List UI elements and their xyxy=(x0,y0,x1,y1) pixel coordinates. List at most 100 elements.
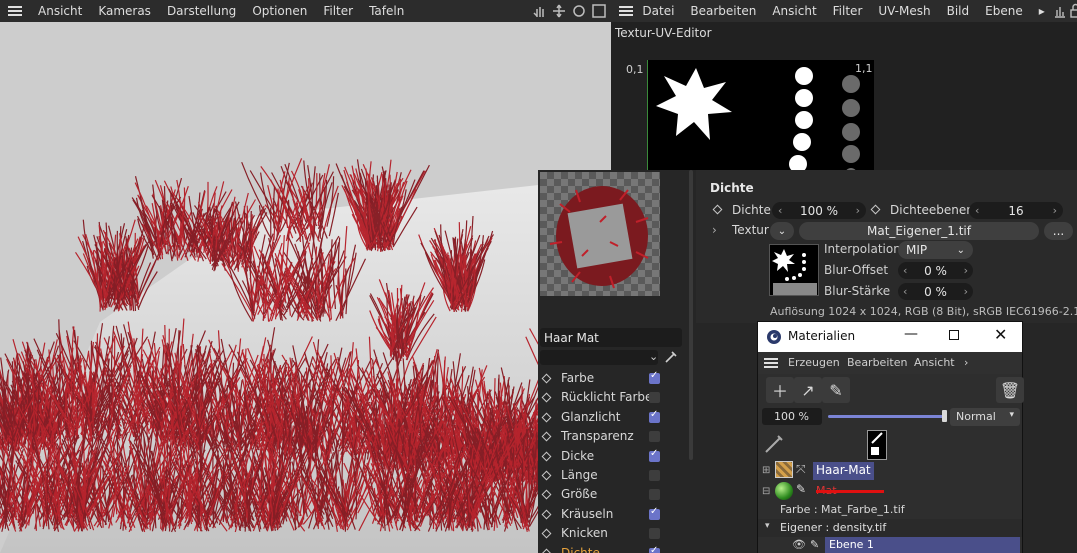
interpolation-select[interactable]: MIP ⌄ xyxy=(898,241,973,259)
collapse-minus-icon[interactable]: ⊟ xyxy=(762,486,770,497)
channel-checkbox[interactable] xyxy=(649,545,660,553)
menu-kameras[interactable]: Kameras xyxy=(90,4,159,18)
menu-ebene[interactable]: Ebene xyxy=(977,4,1031,18)
keyframe-diamond-icon[interactable] xyxy=(541,489,552,500)
channel-checkbox[interactable] xyxy=(649,392,660,404)
channel-row-länge[interactable]: Länge xyxy=(538,467,668,485)
uv-toolbar-icons xyxy=(1054,3,1077,18)
channel-row-dicke[interactable]: Dicke xyxy=(538,448,668,466)
menu-bild[interactable]: Bild xyxy=(939,4,978,18)
menu-erzeugen[interactable]: Erzeugen xyxy=(788,356,840,369)
menu-tafeln[interactable]: Tafeln xyxy=(361,4,412,18)
zoom-field[interactable]: 100 % xyxy=(762,408,822,425)
menu-bearbeiten[interactable]: Bearbeiten xyxy=(847,356,907,369)
material-sphere-swatch[interactable] xyxy=(775,482,793,500)
uv-texture-canvas[interactable] xyxy=(647,60,874,180)
slider-handle[interactable] xyxy=(942,410,947,422)
keyframe-diamond-icon[interactable] xyxy=(541,548,552,553)
menu-more-arrow-icon[interactable]: ▸ xyxy=(1031,4,1053,18)
menu-ansicht[interactable]: Ansicht xyxy=(30,4,90,18)
expand-plus-icon[interactable]: ⊞ xyxy=(762,465,770,476)
hamburger-menu-icon[interactable] xyxy=(619,6,634,16)
delete-trash-icon[interactable]: 🗑 xyxy=(996,377,1024,403)
dichteebenen-value-field[interactable]: ‹ 16 › xyxy=(969,202,1063,219)
hair-material-swatch[interactable] xyxy=(775,461,793,478)
eigener-channel-row[interactable]: ▾ Eigener : density.tif xyxy=(758,519,1022,537)
minimize-icon[interactable]: — xyxy=(904,326,918,342)
channel-checkbox[interactable] xyxy=(649,370,660,384)
material-item-haar-mat[interactable]: Haar-Mat xyxy=(813,462,874,480)
histogram-icon xyxy=(1054,7,1065,18)
pencil-icon[interactable] xyxy=(764,432,786,454)
channel-checkbox[interactable] xyxy=(649,470,660,481)
material-type-field[interactable] xyxy=(540,350,658,365)
keyframe-diamond-icon[interactable] xyxy=(541,392,552,403)
layer-row[interactable]: 👁 ✎ Ebene 1 xyxy=(758,537,1022,553)
link-arrow-icon[interactable]: ↗ xyxy=(794,377,822,403)
keyframe-diamond-icon[interactable] xyxy=(541,528,552,539)
material-name-field[interactable]: Haar Mat xyxy=(540,328,682,347)
expand-arrow-icon[interactable]: › xyxy=(712,223,717,237)
close-icon[interactable]: ✕ xyxy=(994,325,1007,344)
add-material-button[interactable]: ＋ xyxy=(766,377,794,403)
scrollbar[interactable] xyxy=(689,170,693,460)
menu-more-arrow-icon[interactable]: › xyxy=(964,356,968,369)
opacity-slider[interactable] xyxy=(828,415,944,418)
viewport-menubar: Ansicht Kameras Darstellung Optionen Fil… xyxy=(0,0,611,22)
keyframe-diamond-icon[interactable] xyxy=(712,204,723,215)
channel-checkbox[interactable] xyxy=(649,431,660,443)
window-titlebar[interactable]: Materialien — ✕ xyxy=(758,322,1022,352)
keyframe-diamond-icon[interactable] xyxy=(541,412,552,423)
maximize-icon[interactable] xyxy=(949,330,959,340)
chevron-down-icon[interactable]: ⌄ xyxy=(770,222,794,240)
layer-thumbnail[interactable] xyxy=(867,430,887,460)
texture-thumbnail[interactable] xyxy=(769,244,819,296)
menu-datei[interactable]: Datei xyxy=(634,4,682,18)
menu-ansicht[interactable]: Ansicht xyxy=(764,4,824,18)
channel-row-glanzlicht[interactable]: Glanzlicht xyxy=(538,409,668,427)
texture-file-field[interactable]: Mat_Eigener_1.tif xyxy=(799,222,1039,240)
channel-row-kräuseln[interactable]: Kräuseln xyxy=(538,506,668,524)
keyframe-diamond-icon[interactable] xyxy=(870,204,881,215)
channel-checkbox[interactable] xyxy=(649,506,660,520)
keyframe-diamond-icon[interactable] xyxy=(541,451,552,462)
hair-tool-icon: ⤧ xyxy=(796,462,806,476)
channel-row-rücklicht-farbe[interactable]: Rücklicht Farbe xyxy=(538,389,668,407)
menu-filter[interactable]: Filter xyxy=(825,4,871,18)
channel-row-transparenz[interactable]: Transparenz xyxy=(538,428,668,446)
hamburger-menu-icon[interactable] xyxy=(764,358,778,368)
eyedropper-icon[interactable]: ✎ xyxy=(822,377,850,403)
channel-row-dichte[interactable]: Dichte xyxy=(538,545,668,553)
hamburger-menu-icon[interactable] xyxy=(8,6,22,16)
uv-corner-tr: 1,1 xyxy=(855,62,873,75)
3d-viewport[interactable]: Ansicht Kameras Darstellung Optionen Fil… xyxy=(0,0,611,553)
dichte-value-field[interactable]: ‹ 100 % › xyxy=(772,202,866,219)
uv-editor-panel[interactable]: Datei Bearbeiten Ansicht Filter UV-Mesh … xyxy=(611,0,1077,180)
keyframe-diamond-icon[interactable] xyxy=(541,373,552,384)
keyframe-diamond-icon[interactable] xyxy=(541,431,552,442)
blend-mode-select[interactable]: Normal ▾ xyxy=(950,408,1020,426)
menu-darstellung[interactable]: Darstellung xyxy=(159,4,244,18)
blur-staerke-field[interactable]: ‹ 0 % › xyxy=(898,283,973,300)
menu-bearbeiten[interactable]: Bearbeiten xyxy=(682,4,764,18)
material-editor-column: Haar Mat ⌄ Farbe Rücklicht Farbe Glanzlich… xyxy=(538,170,696,553)
menu-ansicht[interactable]: Ansicht xyxy=(914,356,955,369)
channel-checkbox[interactable] xyxy=(649,448,660,462)
materials-window[interactable]: Materialien — ✕ Erzeugen Bearbeiten Ansi… xyxy=(757,321,1024,553)
channel-checkbox[interactable] xyxy=(649,528,660,540)
more-options-button[interactable]: ... xyxy=(1044,222,1073,240)
blur-offset-field[interactable]: ‹ 0 % › xyxy=(898,262,973,279)
keyframe-diamond-icon[interactable] xyxy=(541,509,552,520)
menu-uv-mesh[interactable]: UV-Mesh xyxy=(870,4,938,18)
channel-checkbox[interactable] xyxy=(649,489,660,501)
channel-row-knicken[interactable]: Knicken xyxy=(538,525,668,543)
menu-filter[interactable]: Filter xyxy=(315,4,361,18)
menu-optionen[interactable]: Optionen xyxy=(244,4,315,18)
eyedropper-icon[interactable] xyxy=(663,348,679,364)
chevron-down-icon[interactable]: ⌄ xyxy=(649,350,658,363)
channel-checkbox[interactable] xyxy=(649,409,660,423)
keyframe-diamond-icon[interactable] xyxy=(541,470,552,481)
channel-row-farbe[interactable]: Farbe xyxy=(538,370,668,388)
channel-label: Kräuseln xyxy=(561,506,614,521)
channel-row-größe[interactable]: Größe xyxy=(538,486,668,504)
